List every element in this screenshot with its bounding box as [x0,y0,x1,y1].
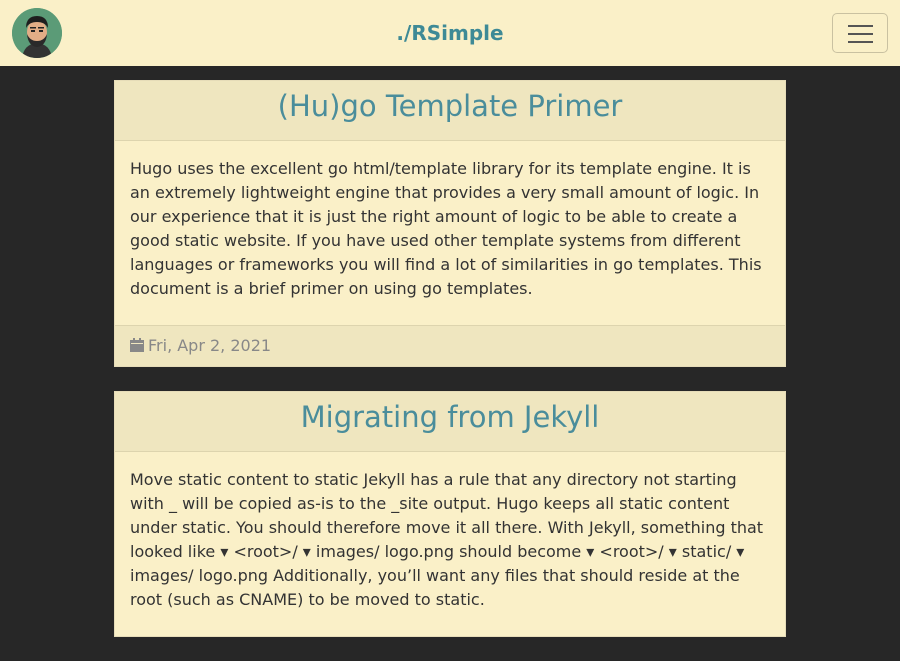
navbar: ./RSimple [0,0,900,66]
post-title-link[interactable]: (Hu)go Template Primer [278,81,623,131]
post-card-header: Migrating from Jekyll [115,392,785,452]
post-date: Fri, Apr 2, 2021 [148,336,272,355]
menu-toggle-button[interactable] [832,13,888,53]
post-summary: Move static content to static Jekyll has… [130,470,764,609]
calendar-icon [130,327,144,352]
post-summary: Hugo uses the excellent go html/template… [130,159,762,298]
post-title-link[interactable]: Migrating from Jekyll [301,392,600,442]
brand-link[interactable]: ./RSimple [0,20,900,46]
post-card: Migrating from Jekyll Move static conten… [114,391,786,637]
post-footer: Fri, Apr 2, 2021 [115,325,785,366]
post-list: (Hu)go Template Primer Hugo uses the exc… [114,80,786,661]
post-card: (Hu)go Template Primer Hugo uses the exc… [114,80,786,367]
post-card-header: (Hu)go Template Primer [115,81,785,141]
